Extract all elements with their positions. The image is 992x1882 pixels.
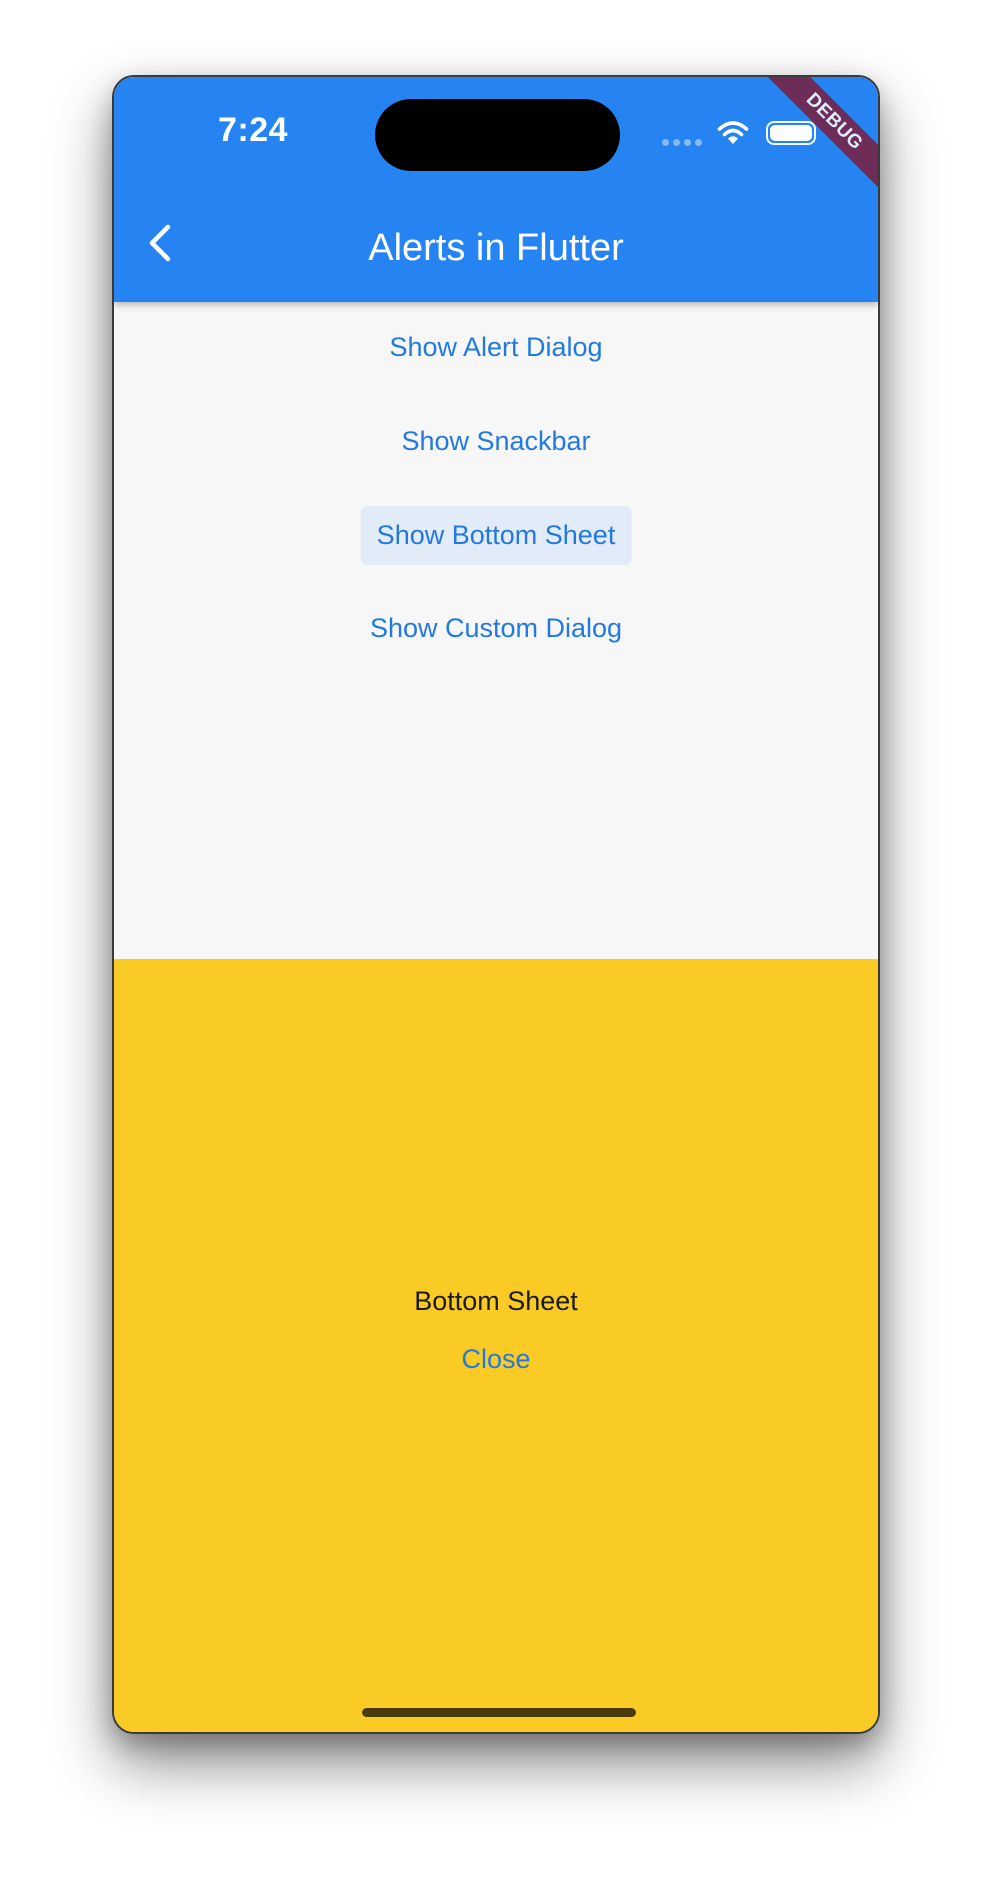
phone-frame: 7:24 Alerts in Flutter DEBUG Show Alert …: [112, 75, 880, 1734]
status-time: 7:24: [218, 111, 289, 149]
app-bar: 7:24 Alerts in Flutter: [114, 77, 878, 302]
close-button[interactable]: Close: [447, 1334, 544, 1385]
cellular-dots-icon: [662, 139, 702, 146]
dynamic-island: [375, 99, 620, 171]
battery-icon: [766, 121, 816, 145]
page-title: Alerts in Flutter: [368, 227, 624, 269]
show-alert-dialog-button[interactable]: Show Alert Dialog: [373, 318, 618, 377]
show-snackbar-button[interactable]: Show Snackbar: [385, 412, 606, 471]
show-custom-dialog-button[interactable]: Show Custom Dialog: [354, 599, 638, 658]
home-indicator[interactable]: [362, 1708, 636, 1717]
show-bottom-sheet-button[interactable]: Show Bottom Sheet: [360, 506, 632, 565]
bottom-sheet: Bottom Sheet Close: [114, 959, 878, 1732]
button-list: Show Alert Dialog Show Snackbar Show Bot…: [114, 302, 878, 959]
bottom-sheet-text: Bottom Sheet: [414, 1286, 578, 1316]
wifi-icon: [717, 121, 749, 144]
